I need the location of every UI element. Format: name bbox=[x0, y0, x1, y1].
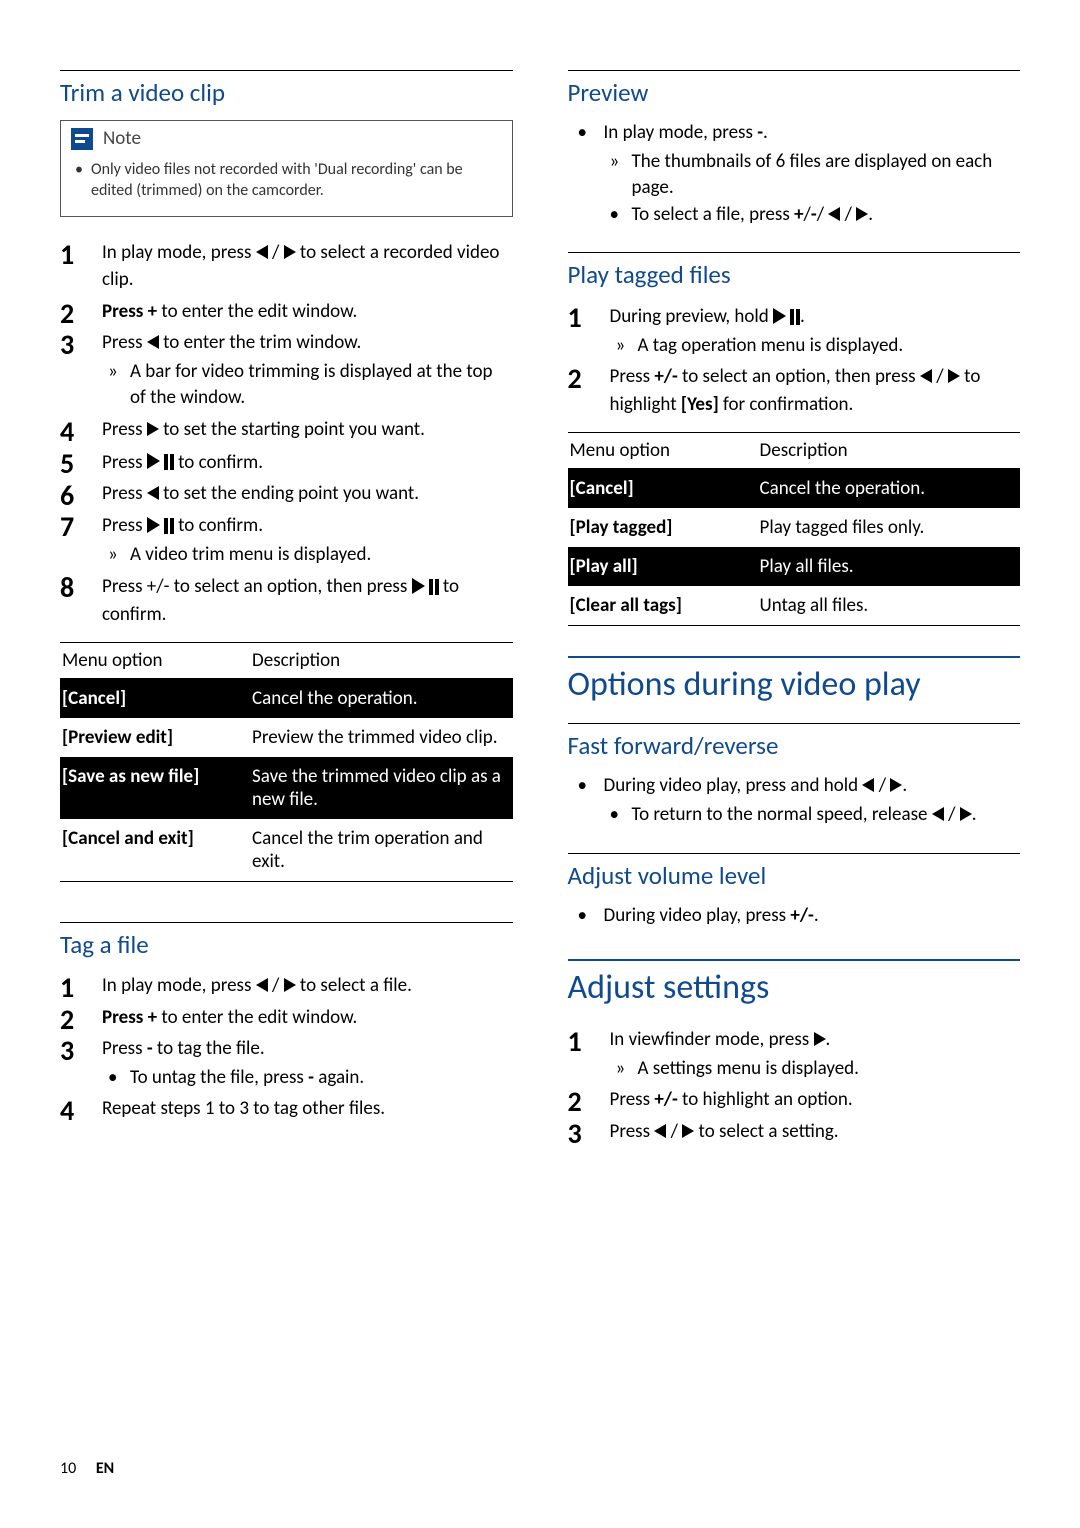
result-text: A settings menu is displayed. bbox=[610, 1056, 1021, 1083]
left-arrow-icon bbox=[828, 207, 840, 221]
note-box: Note Only video files not recorded with … bbox=[60, 120, 513, 217]
right-arrow-icon bbox=[856, 207, 868, 221]
play-tagged-steps: During preview, hold . A tag operation m… bbox=[568, 302, 1021, 418]
table-row: [Preview edit] Preview the trimmed video… bbox=[60, 718, 513, 757]
trim-options-table: Menu option Description [Cancel] Cancel … bbox=[60, 642, 513, 882]
left-arrow-icon bbox=[654, 1124, 666, 1138]
left-arrow-icon bbox=[920, 369, 932, 383]
table-row: [Cancel and exit] Cancel the trim operat… bbox=[60, 819, 513, 882]
step-text: In play mode, press bbox=[102, 241, 256, 264]
tag-title: Tag a file bbox=[60, 929, 513, 960]
trim-steps: In play mode, press / to select a record… bbox=[60, 239, 513, 629]
result-text: A video trim menu is displayed. bbox=[102, 542, 513, 569]
ff-list: During video play, press and hold / . To… bbox=[568, 773, 1021, 828]
result-text: A bar for video trimming is displayed at… bbox=[102, 359, 513, 412]
table-row: [Cancel] Cancel the operation. bbox=[60, 679, 513, 719]
right-arrow-icon bbox=[960, 807, 972, 821]
right-arrow-icon bbox=[890, 778, 902, 792]
play-pause-icon bbox=[412, 572, 439, 600]
table-row: [Clear all tags] Untag all files. bbox=[568, 586, 1021, 626]
left-arrow-icon bbox=[147, 335, 159, 349]
play-tagged-table: Menu option Description [Cancel] Cancel … bbox=[568, 432, 1021, 626]
note-icon bbox=[71, 128, 93, 150]
result-text: The thumbnails of 6 files are displayed … bbox=[604, 149, 1021, 202]
left-arrow-icon bbox=[862, 778, 874, 792]
right-arrow-icon bbox=[682, 1124, 694, 1138]
adjust-volume-title: Adjust volume level bbox=[568, 860, 1021, 891]
adjust-steps: In viewfinder mode, press . A settings m… bbox=[568, 1026, 1021, 1145]
page-number: 10 bbox=[60, 1459, 76, 1478]
left-arrow-icon bbox=[147, 486, 159, 500]
left-arrow-icon bbox=[256, 245, 268, 259]
left-arrow-icon bbox=[932, 807, 944, 821]
table-row: [Play all] Play all files. bbox=[568, 547, 1021, 586]
right-arrow-icon bbox=[284, 978, 296, 992]
play-pause-icon bbox=[147, 448, 174, 476]
table-row: [Play tagged] Play tagged files only. bbox=[568, 508, 1021, 547]
col-description: Description bbox=[758, 433, 1020, 469]
right-arrow-icon bbox=[814, 1032, 826, 1046]
col-menu-option: Menu option bbox=[568, 433, 758, 469]
play-pause-icon bbox=[147, 511, 174, 539]
left-arrow-icon bbox=[256, 978, 268, 992]
trim-title: Trim a video clip bbox=[60, 77, 513, 108]
table-row: [Cancel] Cancel the operation. bbox=[568, 469, 1021, 509]
note-label: Note bbox=[103, 127, 141, 150]
adjust-settings-heading: Adjust settings bbox=[568, 967, 1021, 1008]
right-arrow-icon bbox=[948, 369, 960, 383]
table-row: [Save as new file] Save the trimmed vide… bbox=[60, 757, 513, 819]
preview-title: Preview bbox=[568, 77, 1021, 108]
play-tagged-title: Play tagged files bbox=[568, 259, 1021, 290]
right-arrow-icon bbox=[147, 422, 159, 436]
page-footer: 10 EN bbox=[60, 1459, 114, 1478]
options-heading: Options during video play bbox=[568, 664, 1021, 705]
fast-forward-title: Fast forward/reverse bbox=[568, 730, 1021, 761]
play-pause-icon bbox=[773, 302, 800, 330]
right-arrow-icon bbox=[284, 245, 296, 259]
col-description: Description bbox=[250, 643, 512, 679]
col-menu-option: Menu option bbox=[60, 643, 250, 679]
volume-list: During video play, press +/-. bbox=[568, 903, 1021, 930]
note-text: Only video files not recorded with 'Dual… bbox=[61, 156, 512, 216]
tag-steps: In play mode, press / to select a file. … bbox=[60, 972, 513, 1123]
result-text: A tag operation menu is displayed. bbox=[610, 333, 1021, 360]
preview-list: In play mode, press -. The thumbnails of… bbox=[568, 120, 1021, 228]
page-language: EN bbox=[96, 1459, 114, 1478]
